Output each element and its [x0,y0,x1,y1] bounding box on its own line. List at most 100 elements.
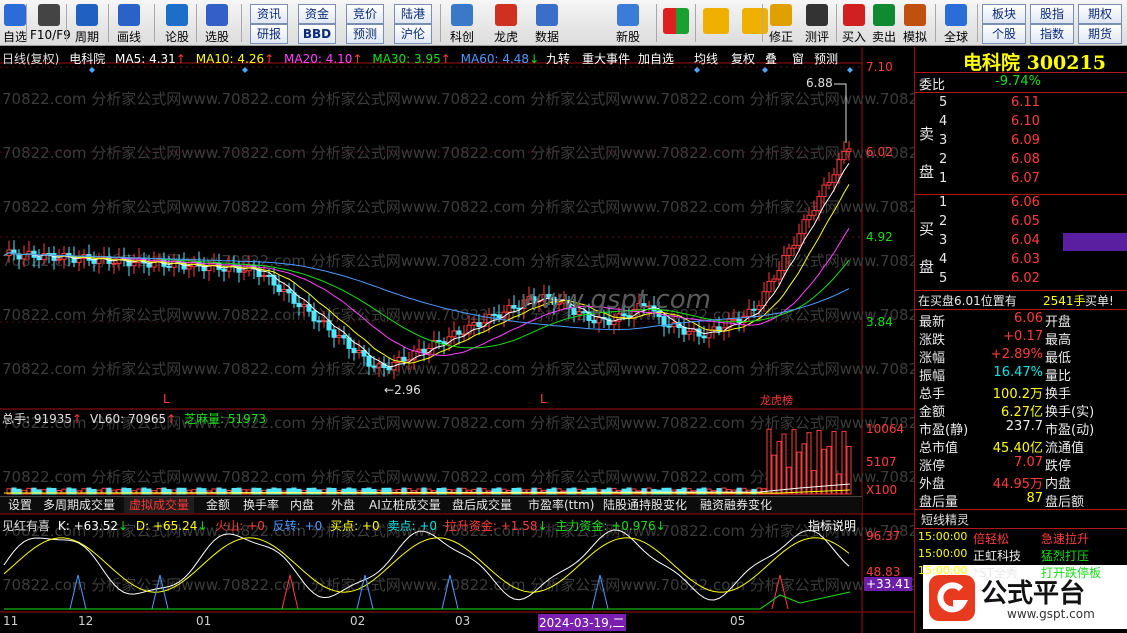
candle-body [596,316,602,324]
data-icon [536,4,558,26]
chart-menu-item[interactable]: 九转 [546,50,570,67]
ma20-line [3,228,850,357]
volume-header: 总手: 91935↑ VL60: 70965↑ 芝麻量: 51973 [2,412,267,426]
indicator-tab[interactable]: 外盘 [326,497,360,513]
correction-icon [770,4,792,26]
candle-body [76,257,82,263]
chart-menu-item[interactable]: 均线 [694,50,718,67]
toolbar-dragon-tiger-button[interactable]: 龙虎 [489,1,523,45]
toolbar-index-button[interactable]: 指数 [1030,24,1074,44]
candle-body [451,330,457,338]
candle-body [291,292,297,304]
candle-body [476,321,482,327]
toolbar-label: 新股 [615,30,640,44]
indicator-tab[interactable]: 虚拟成交量 [124,497,195,513]
candle-body [711,326,717,331]
indicator-tab[interactable]: 盘后成交量 [447,497,517,513]
indicator-tab[interactable]: 陆股通持股变化 [598,497,692,513]
ask-level: 1 [939,171,948,186]
toolbar-forecast-button[interactable]: 预测 [346,24,384,44]
volume-bar [801,443,807,495]
news-event: 猛烈打压 [1041,549,1090,563]
big-order-note: 在买盘6.01位置有 [918,294,1017,308]
indicator-tab[interactable]: 多周期成交量 [38,497,120,513]
stat-value: 237.7 [1005,419,1043,434]
toolbar-sector-button[interactable]: 板块 [982,4,1026,24]
indicator-tab[interactable]: 换手率 [238,497,284,513]
stat-row: 最新 6.06 开盘 [915,311,1127,330]
chart-canvas[interactable]: 70822.com 分析家公式网www.70822.com 分析家公式网www.… [0,47,914,633]
toolbar-sell-button[interactable]: 卖出 [871,1,897,45]
toolbar-stock-picker-button[interactable]: 选股 [200,1,234,45]
toolbar-self-select-button[interactable]: 自选 [3,1,27,45]
toolbar-star-market-button[interactable]: 科创 [445,1,479,45]
ma10-value: MA10: 4.26 [195,52,265,66]
up-arrow-icon[interactable] [742,8,768,34]
volume-axis-label: 10064 [866,422,905,436]
chart-menu-item[interactable]: 复权 [731,50,755,67]
toolbar-bbd-button[interactable]: BBD [298,24,336,44]
candle-body [831,174,837,183]
toolbar-options-button[interactable]: 期权 [1078,4,1122,24]
event-marker-icon [847,67,853,73]
indicator-name[interactable]: 见红有喜 [2,519,50,533]
toolbar-discuss-button[interactable]: 论股 [160,1,194,45]
indicator-tab[interactable]: 金额 [201,497,235,513]
bid-price: 6.02 [1011,271,1040,286]
toolbar-data-button[interactable]: 数据 [530,1,564,45]
stat-row: 振幅 16.47% 量比 [915,365,1127,384]
toolbar-separator [977,4,978,42]
chart-menu-item[interactable]: 窗 [792,50,804,67]
toolbar-period-button[interactable]: 周期 [72,1,102,45]
stat-label: 市盈(动) [1045,423,1095,438]
chart-menu-item[interactable]: 预测 [814,50,838,67]
ask-level: 2 [939,152,948,167]
toolbar-evaluation-button[interactable]: 测评 [800,1,834,45]
toolbar-auction-button[interactable]: 竞价 [346,4,384,24]
toolbar-shanghai-london-button[interactable]: 沪伦 [394,24,432,44]
toolbar-f10-button[interactable]: F10/F9 [30,1,71,45]
volume-bar [816,429,822,495]
weibi-value: -9.74% [995,74,1041,89]
toolbar-draw-line-button[interactable]: 画线 [114,1,144,45]
stat-row: 总市值 45.40亿 流通值 [915,437,1127,456]
indicator-help-button[interactable]: 指标说明 [803,517,861,535]
stat-label: 涨跌 [919,333,946,348]
indicator-tab[interactable]: AI立桩成交量 [364,497,446,513]
toolbar-research-button[interactable]: 研报 [250,24,288,44]
toolbar-simulate-button[interactable]: 模拟 [900,1,930,45]
toolbar-separator [440,4,441,42]
toolbar-new-stock-button[interactable]: 新股 [611,1,645,45]
toolbar-futures-button[interactable]: 期货 [1078,24,1122,44]
chart-menu-item[interactable]: 加自选 [638,50,674,67]
stat-label: 最低 [1045,351,1072,366]
indicator-tab[interactable]: 市盈率(ttm) [523,497,599,513]
toolbar-single-stock-button[interactable]: 个股 [982,24,1026,44]
bid-level: 1 [939,195,948,210]
chart-menu-item[interactable]: 重大事件 [582,50,630,67]
toolbar-hk-connect-button[interactable]: 陆港 [394,4,432,24]
indicator-tab[interactable]: 设置 [3,497,37,513]
sell-icon [873,4,895,26]
stat-label: 市盈(静) [919,423,969,438]
grid-icon[interactable] [663,8,689,34]
event-marker-icon [762,67,768,73]
toolbar-index-futures-button[interactable]: 股指 [1030,4,1074,24]
toolbar-funds-button[interactable]: 资金 [298,4,336,24]
toolbar-separator [66,4,67,42]
toolbar-buy-button[interactable]: 买入 [841,1,867,45]
candle-body [496,314,502,319]
chart-menu-item[interactable]: 叠 [765,50,777,67]
watermark-text: 70822.com 分析家公式网www.70822.com 分析家公式网www.… [2,360,914,378]
indicator-tab[interactable]: 融资融券变化 [695,497,777,513]
toolbar-news-button[interactable]: 资讯 [250,4,288,24]
candle-body [806,214,812,221]
brand-url: www.gspt.com [1007,607,1095,621]
candle-body [221,268,227,272]
indicator-tab[interactable]: 内盘 [285,497,319,513]
toolbar-global-button[interactable]: 全球 [941,1,971,45]
back-arrow-icon[interactable] [703,8,729,34]
toolbar-correction-button[interactable]: 修正 [766,1,796,45]
stat-label: 最高 [1045,333,1072,348]
candle-body [91,259,97,264]
